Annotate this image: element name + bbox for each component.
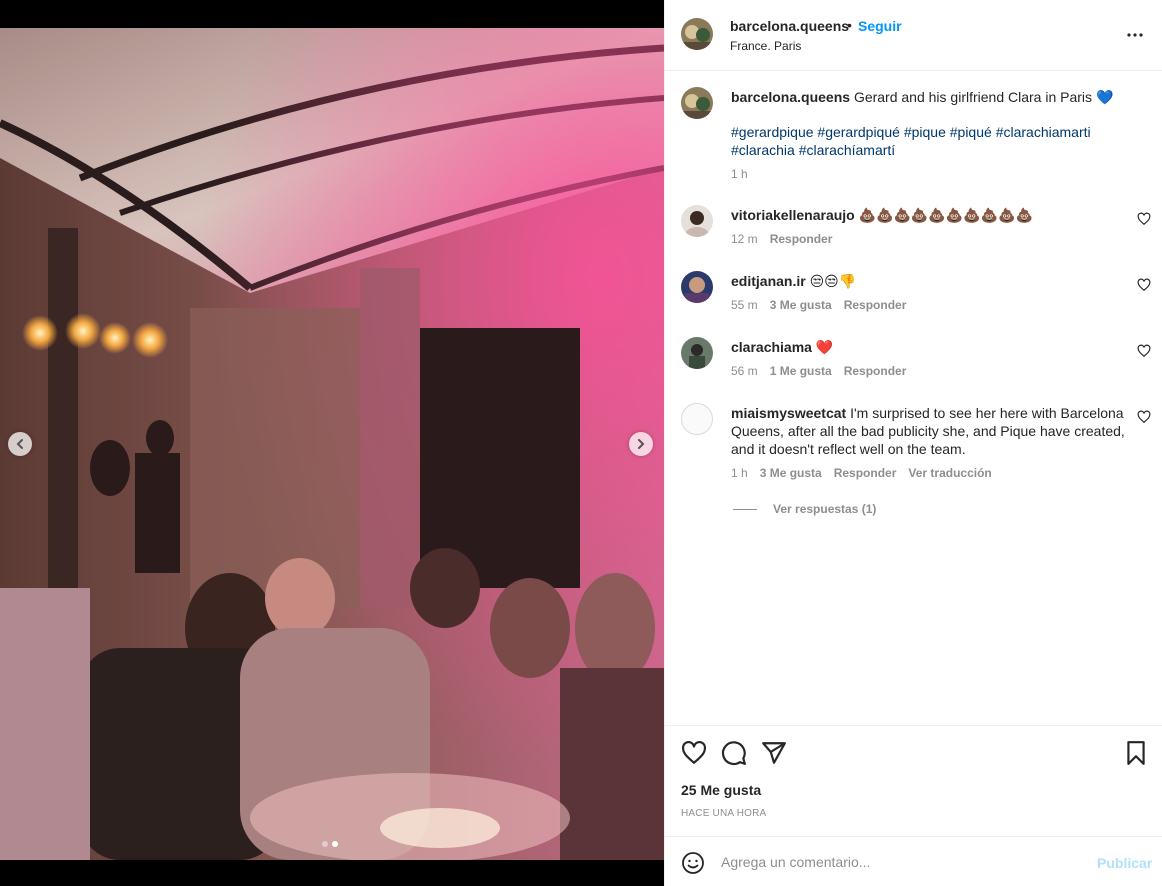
hashtag-link[interactable]: #clarachiamarti	[996, 124, 1091, 140]
chevron-right-icon	[638, 439, 645, 449]
likes-count[interactable]: 25 Me gusta	[681, 782, 761, 798]
caption-text: barcelona.queens Gerard and his girlfrie…	[731, 88, 1141, 106]
more-options-button[interactable]	[1125, 25, 1145, 45]
previous-photo-button[interactable]	[8, 432, 32, 456]
media-pane	[0, 0, 664, 886]
view-replies-button[interactable]: Ver respuestas (1)	[733, 502, 876, 516]
carousel-dot	[322, 841, 328, 847]
comment-text: vitoriakellenaraujo 💩💩💩💩💩💩💩💩💩💩	[731, 206, 1126, 224]
commenter-avatar[interactable]	[681, 271, 713, 303]
follow-button[interactable]: Seguir	[858, 18, 902, 34]
translate-button[interactable]: Ver traducción	[908, 466, 991, 480]
comment-text: miaismysweetcat I'm surprised to see her…	[731, 404, 1126, 458]
comment-username[interactable]: miaismysweetcat	[731, 405, 846, 421]
post-timestamp[interactable]: HACE UNA HORA	[681, 808, 766, 819]
more-horizontal-icon	[1127, 33, 1143, 37]
caption-time[interactable]: 1 h	[731, 167, 748, 181]
comment-composer: Publicar	[665, 836, 1162, 886]
like-heart-icon[interactable]	[681, 740, 707, 766]
comment-meta: 12 m Responder	[731, 232, 832, 246]
publish-button[interactable]: Publicar	[1097, 855, 1152, 871]
caption-body: Gerard and his girlfriend Clara in Paris	[853, 89, 1093, 105]
comment-time[interactable]: 56 m	[731, 364, 758, 378]
reply-button[interactable]: Responder	[844, 298, 907, 312]
like-comment-heart-icon[interactable]	[1137, 278, 1151, 292]
comment-meta: 56 m 1 Me gusta Responder	[731, 364, 906, 378]
comments-feed[interactable]: barcelona.queens Gerard and his girlfrie…	[665, 71, 1162, 725]
post-photo[interactable]	[0, 28, 664, 860]
comment-likes[interactable]: 1 Me gusta	[770, 364, 832, 378]
hashtag-link[interactable]: #clarachíamartí	[799, 142, 895, 158]
comment-username[interactable]: vitoriakellenaraujo	[731, 207, 855, 223]
reply-button[interactable]: Responder	[844, 364, 907, 378]
comment-body: 💩💩💩💩💩💩💩💩💩💩	[858, 207, 1033, 223]
commenter-avatar[interactable]	[681, 205, 713, 237]
post-dialog: barcelona.queens • Seguir France. Paris …	[0, 0, 1162, 886]
comment-time[interactable]: 12 m	[731, 232, 758, 246]
comment-meta: 1 h 3 Me gusta Responder Ver traducción	[731, 466, 992, 480]
emoji-icon[interactable]	[681, 851, 705, 875]
blue-heart-emoji: 💙	[1095, 89, 1114, 105]
hashtag-link[interactable]: #piqué	[950, 124, 992, 140]
comment-body: ❤️	[815, 339, 834, 355]
comment-body: 😒😒👎	[809, 273, 857, 289]
commenter-avatar[interactable]	[681, 403, 713, 435]
comment-time[interactable]: 55 m	[731, 298, 758, 312]
share-send-icon[interactable]	[761, 740, 787, 766]
post-actions: 25 Me gusta HACE UNA HORA	[665, 725, 1162, 836]
post-header: barcelona.queens • Seguir France. Paris	[665, 0, 1162, 71]
post-location[interactable]: France. Paris	[730, 39, 801, 53]
hashtag-link[interactable]: #gerardpiqué	[817, 124, 900, 140]
comment-text: editjanan.ir 😒😒👎	[731, 272, 1126, 290]
separator-dot: •	[847, 17, 852, 33]
carousel-indicator	[322, 841, 338, 847]
author-avatar[interactable]	[681, 18, 713, 50]
view-replies-label: Ver respuestas (1)	[773, 502, 877, 516]
comment-time[interactable]: 1 h	[731, 466, 748, 480]
comment-likes[interactable]: 3 Me gusta	[760, 466, 822, 480]
comment-likes[interactable]: 3 Me gusta	[770, 298, 832, 312]
like-comment-heart-icon[interactable]	[1137, 344, 1151, 358]
comment-input[interactable]	[721, 849, 1081, 875]
caption-hashtags: #gerardpique #gerardpiqué #pique #piqué …	[731, 123, 1141, 159]
reply-button[interactable]: Responder	[770, 232, 833, 246]
hashtag-link[interactable]: #gerardpique	[731, 124, 814, 140]
details-pane: barcelona.queens • Seguir France. Paris …	[664, 0, 1162, 886]
reply-button[interactable]: Responder	[834, 466, 897, 480]
replies-divider	[733, 508, 757, 510]
chevron-left-icon	[16, 439, 23, 449]
caption-author-avatar[interactable]	[681, 87, 713, 119]
comment-username[interactable]: editjanan.ir	[731, 273, 806, 289]
hashtag-link[interactable]: #pique	[904, 124, 946, 140]
comment-text: clarachiama ❤️	[731, 338, 1126, 356]
comment-username[interactable]: clarachiama	[731, 339, 812, 355]
like-comment-heart-icon[interactable]	[1137, 410, 1151, 424]
author-username[interactable]: barcelona.queens	[730, 18, 849, 34]
caption-author[interactable]: barcelona.queens	[731, 89, 850, 105]
hashtag-link[interactable]: #clarachia	[731, 142, 795, 158]
save-bookmark-icon[interactable]	[1123, 740, 1149, 766]
next-photo-button[interactable]	[629, 432, 653, 456]
carousel-dot-active	[332, 841, 338, 847]
comment-bubble-icon[interactable]	[721, 740, 747, 766]
like-comment-heart-icon[interactable]	[1137, 212, 1151, 226]
commenter-avatar[interactable]	[681, 337, 713, 369]
comment-meta: 55 m 3 Me gusta Responder	[731, 298, 906, 312]
